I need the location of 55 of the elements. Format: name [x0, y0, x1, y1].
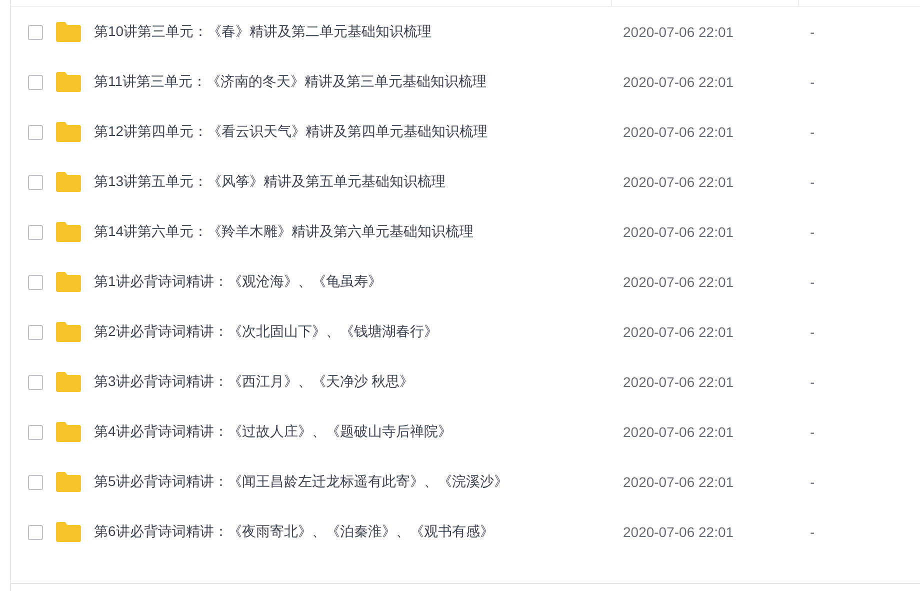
folder-icon: [55, 521, 82, 543]
checkbox[interactable]: [28, 324, 43, 340]
file-size: -: [809, 374, 815, 390]
file-size: -: [809, 74, 815, 90]
checkbox[interactable]: [28, 74, 43, 90]
modified-date: 2020-07-06 22:01: [622, 24, 734, 40]
folder-icon: [55, 321, 82, 343]
folder-name[interactable]: 第4讲必背诗词精讲：《过故人庄》、《题破山寺后禅院》: [94, 423, 452, 441]
modified-date: 2020-07-06 22:01: [622, 324, 734, 340]
file-size: -: [809, 274, 815, 290]
checkbox[interactable]: [28, 24, 43, 40]
file-size: -: [809, 424, 815, 440]
file-size: -: [809, 524, 815, 540]
folder-icon: [55, 371, 82, 393]
modified-date: 2020-07-06 22:01: [622, 474, 734, 490]
modified-date: 2020-07-06 22:01: [622, 524, 734, 540]
folder-name[interactable]: 第3讲必背诗词精讲：《西江月》、《天净沙 秋思》: [94, 373, 414, 391]
folder-icon: [55, 221, 82, 243]
folder-icon: [55, 71, 82, 93]
checkbox[interactable]: [28, 374, 43, 390]
folder-icon: [55, 271, 82, 293]
folder-name[interactable]: 第14讲第六单元：《羚羊木雕》精讲及第六单元基础知识梳理: [94, 223, 474, 241]
file-size: -: [809, 124, 815, 140]
folder-name[interactable]: 第5讲必背诗词精讲：《闻王昌龄左迁龙标遥有此寄》、《浣溪沙》: [94, 473, 508, 491]
folder-icon: [55, 421, 82, 443]
folder-name[interactable]: 第10讲第三单元：《春》精讲及第二单元基础知识梳理: [94, 23, 432, 41]
folder-icon: [55, 21, 82, 43]
checkbox[interactable]: [28, 274, 43, 290]
folder-icon: [55, 471, 82, 493]
folder-name[interactable]: 第1讲必背诗词精讲：《观沧海》、《龟虽寿》: [94, 273, 382, 291]
folder-icon: [55, 121, 82, 143]
checkbox[interactable]: [28, 224, 43, 240]
checkbox[interactable]: [28, 124, 43, 140]
modified-date: 2020-07-06 22:01: [622, 424, 734, 440]
file-size: -: [809, 474, 815, 490]
modified-date: 2020-07-06 22:01: [622, 124, 734, 140]
folder-name[interactable]: 第2讲必背诗词精讲：《次北固山下》、《钱塘湖春行》: [94, 323, 438, 341]
modified-date: 2020-07-06 22:01: [622, 74, 734, 90]
file-size: -: [809, 324, 815, 340]
folder-name[interactable]: 第11讲第三单元：《济南的冬天》精讲及第三单元基础知识梳理: [94, 73, 487, 91]
file-size: -: [809, 24, 815, 40]
modified-date: 2020-07-06 22:01: [622, 374, 734, 390]
modified-date: 2020-07-06 22:01: [622, 274, 734, 290]
folder-name[interactable]: 第6讲必背诗词精讲：《夜雨寄北》、《泊秦淮》、《观书有感》: [94, 523, 494, 541]
checkbox[interactable]: [28, 174, 43, 190]
file-size: -: [809, 224, 815, 240]
modified-date: 2020-07-06 22:01: [622, 174, 734, 190]
folder-icon: [55, 171, 82, 193]
checkbox[interactable]: [28, 474, 43, 490]
checkbox[interactable]: [28, 424, 43, 440]
modified-date: 2020-07-06 22:01: [622, 224, 734, 240]
file-size: -: [809, 174, 815, 190]
folder-name[interactable]: 第13讲第五单元：《风筝》精讲及第五单元基础知识梳理: [94, 173, 446, 191]
folder-name[interactable]: 第12讲第四单元：《看云识天气》精讲及第四单元基础知识梳理: [94, 123, 488, 141]
checkbox[interactable]: [28, 524, 43, 540]
